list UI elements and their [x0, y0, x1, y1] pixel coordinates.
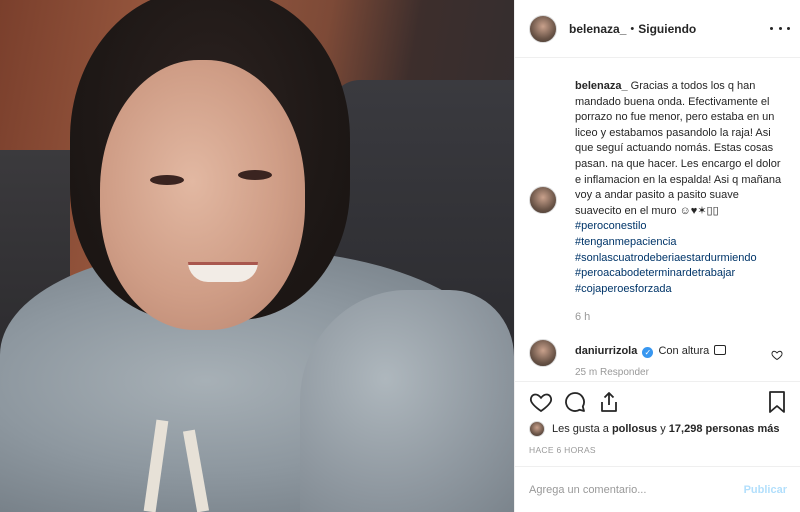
hashtag[interactable]: #cojaperoesforzada: [575, 283, 672, 295]
author-avatar[interactable]: [529, 14, 557, 43]
tv-emoji-icon: [714, 345, 727, 356]
likes-count[interactable]: 17,298 personas más: [669, 423, 780, 435]
comment-meta: 25 m Responder: [575, 367, 649, 379]
likes-prefix: Les gusta a: [552, 423, 609, 435]
publish-button[interactable]: Publicar: [744, 484, 787, 496]
caption-body: Gracias a todos los q han mandado buena …: [575, 80, 782, 217]
commenter-avatar[interactable]: [529, 339, 557, 368]
comment-text: Con altura: [658, 345, 710, 358]
following-button[interactable]: Siguiendo: [638, 22, 696, 36]
author-username[interactable]: belenaza_: [569, 22, 626, 36]
add-comment-bar: Publicar: [515, 466, 800, 512]
commenter-username[interactable]: daniurrizola: [575, 345, 637, 357]
post-side-panel: belenaza_ • Siguiendo belenaza_ Gracias …: [514, 0, 800, 512]
likes-summary: Les gusta a pollosus y 17,298 personas m…: [529, 419, 779, 439]
photo-face: [100, 60, 305, 330]
comment-like-icon[interactable]: [771, 349, 783, 361]
caption-time: 6 h: [575, 311, 591, 324]
photo-eye-right: [238, 170, 272, 180]
action-bar: [515, 381, 800, 419]
comment-input[interactable]: [529, 483, 744, 496]
hashtag[interactable]: #sonlascuatrodeberiaestardurmiendo: [575, 252, 757, 264]
verified-badge-icon: ✓: [642, 347, 654, 359]
photo-smile: [188, 262, 258, 282]
comments-section[interactable]: belenaza_ Gracias a todos los q han mand…: [515, 59, 800, 381]
more-options-icon[interactable]: [770, 20, 790, 36]
bookmark-icon[interactable]: [765, 390, 789, 414]
share-icon[interactable]: [597, 390, 621, 414]
hashtag[interactable]: #peroacabodeterminardetrabajar: [575, 267, 735, 279]
post-header: belenaza_ • Siguiendo: [515, 0, 800, 58]
caption-text: belenaza_ Gracias a todos los q han mand…: [575, 79, 787, 297]
caption-avatar[interactable]: [529, 186, 557, 214]
liker-avatar[interactable]: [529, 421, 545, 437]
photo-robe-sleeve: [300, 290, 514, 512]
post-photo[interactable]: [0, 0, 514, 512]
caption: belenaza_ Gracias a todos los q han mand…: [515, 59, 800, 323]
heart-icon[interactable]: [529, 390, 553, 414]
comment-item: daniurrizola ✓ Con altura 25 m Responder: [515, 339, 800, 381]
comment-icon[interactable]: [563, 390, 587, 414]
hashtag[interactable]: #tenganmepaciencia: [575, 236, 677, 248]
liker-username[interactable]: pollosus: [612, 423, 657, 435]
separator-dot: •: [630, 22, 635, 35]
photo-eye-left: [150, 175, 184, 185]
hashtag[interactable]: #peroconestilo: [575, 220, 647, 232]
post-timestamp[interactable]: HACE 6 HORAS: [529, 445, 596, 455]
caption-username[interactable]: belenaza_: [575, 80, 628, 92]
likes-connector: y: [660, 423, 666, 435]
instagram-post: belenaza_ • Siguiendo belenaza_ Gracias …: [0, 0, 800, 512]
